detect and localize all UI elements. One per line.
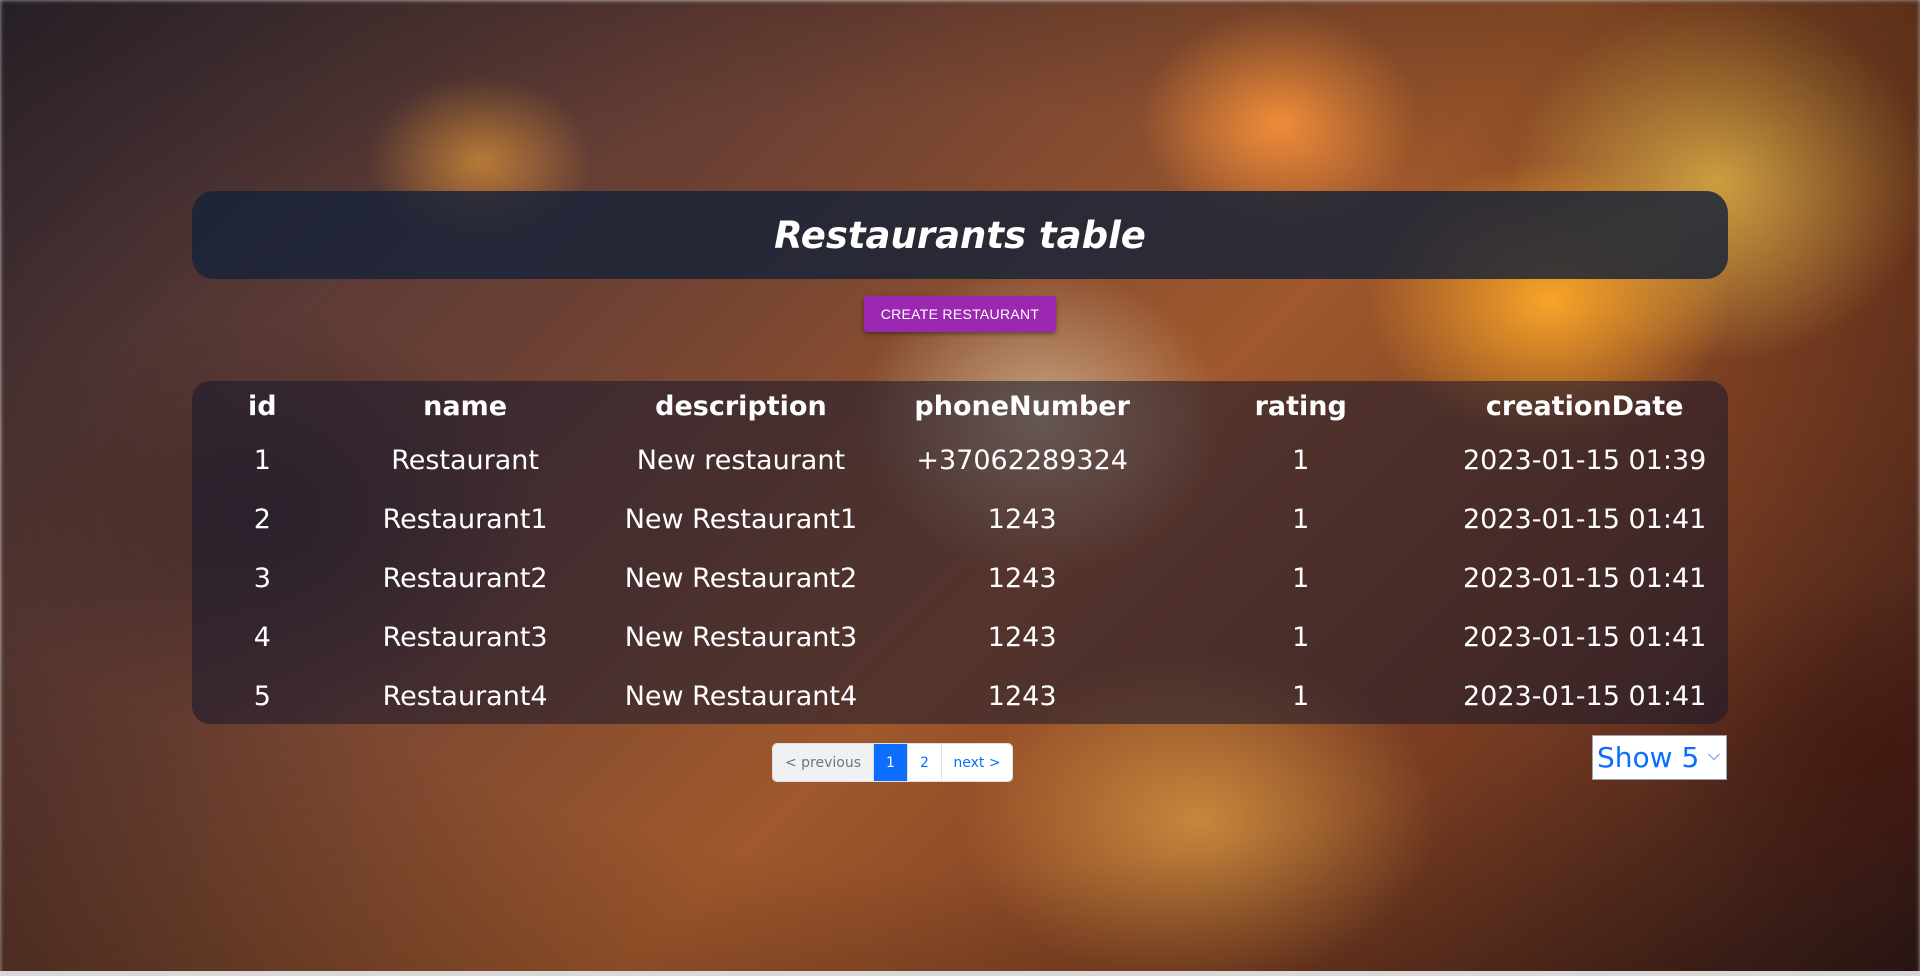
cell-description: New Restaurant4	[624, 681, 858, 712]
chevron-down-icon: ⌵	[1707, 745, 1720, 764]
page-title: Restaurants table	[774, 213, 1146, 257]
cell-id: 3	[253, 563, 271, 594]
table-header-row: id name description phoneNumber rating c…	[192, 381, 1728, 431]
restaurants-table-container: id name description phoneNumber rating c…	[192, 381, 1728, 724]
column-header-rating[interactable]: rating	[1160, 381, 1441, 431]
cell-rating: 1	[1292, 622, 1310, 653]
cell-description: New Restaurant2	[624, 563, 858, 594]
cell-creation-date: 2023-01-15 01:41	[1463, 563, 1707, 594]
cell-phone-number: 1243	[987, 622, 1057, 653]
window-bottom-edge	[0, 971, 1920, 976]
column-header-phone-number[interactable]: phoneNumber	[884, 381, 1160, 431]
table-row[interactable]: 5 Restaurant4 New Restaurant4 1243 1 202…	[192, 667, 1728, 726]
cell-creation-date: 2023-01-15 01:39	[1463, 445, 1707, 476]
cell-id: 2	[253, 504, 271, 535]
cell-id: 4	[253, 622, 271, 653]
page-header: Restaurants table	[192, 191, 1728, 279]
cell-phone-number: 1243	[987, 563, 1057, 594]
cell-name: Restaurant3	[382, 622, 548, 653]
cell-description: New Restaurant1	[624, 504, 858, 535]
cell-name: Restaurant	[391, 445, 540, 476]
cell-phone-number: 1243	[987, 681, 1057, 712]
pagination: < previous 1 2 next >	[773, 744, 1012, 781]
cell-rating: 1	[1292, 563, 1310, 594]
cell-rating: 1	[1292, 681, 1310, 712]
cell-phone-number: 1243	[987, 504, 1057, 535]
create-restaurant-button[interactable]: CREATE RESTAURANT	[864, 296, 1056, 332]
column-header-creation-date[interactable]: creationDate	[1441, 381, 1728, 431]
cell-id: 1	[253, 445, 271, 476]
cell-name: Restaurant4	[382, 681, 548, 712]
cell-name: Restaurant2	[382, 563, 548, 594]
cell-id: 5	[253, 681, 271, 712]
cell-description: New restaurant	[636, 445, 846, 476]
cell-description: New Restaurant3	[624, 622, 858, 653]
cell-phone-number: +37062289324	[916, 445, 1128, 476]
page-size-value: Show 5	[1597, 741, 1700, 774]
column-header-name[interactable]: name	[333, 381, 598, 431]
page-size-select[interactable]: Show 5 ⌵	[1592, 735, 1727, 780]
column-header-id[interactable]: id	[192, 381, 333, 431]
pagination-next-button[interactable]: next >	[942, 744, 1012, 781]
column-header-description[interactable]: description	[598, 381, 885, 431]
table-row[interactable]: 4 Restaurant3 New Restaurant3 1243 1 202…	[192, 608, 1728, 667]
cell-creation-date: 2023-01-15 01:41	[1463, 504, 1707, 535]
cell-name: Restaurant1	[382, 504, 548, 535]
cell-rating: 1	[1292, 504, 1310, 535]
pagination-page-1[interactable]: 1	[874, 744, 908, 781]
cell-creation-date: 2023-01-15 01:41	[1463, 622, 1707, 653]
pagination-page-2[interactable]: 2	[908, 744, 942, 781]
pagination-previous-button[interactable]: < previous	[773, 744, 874, 781]
restaurants-table: id name description phoneNumber rating c…	[192, 381, 1728, 726]
cell-creation-date: 2023-01-15 01:41	[1463, 681, 1707, 712]
table-row[interactable]: 3 Restaurant2 New Restaurant2 1243 1 202…	[192, 549, 1728, 608]
table-row[interactable]: 1 Restaurant New restaurant +37062289324…	[192, 431, 1728, 490]
cell-rating: 1	[1292, 445, 1310, 476]
table-row[interactable]: 2 Restaurant1 New Restaurant1 1243 1 202…	[192, 490, 1728, 549]
